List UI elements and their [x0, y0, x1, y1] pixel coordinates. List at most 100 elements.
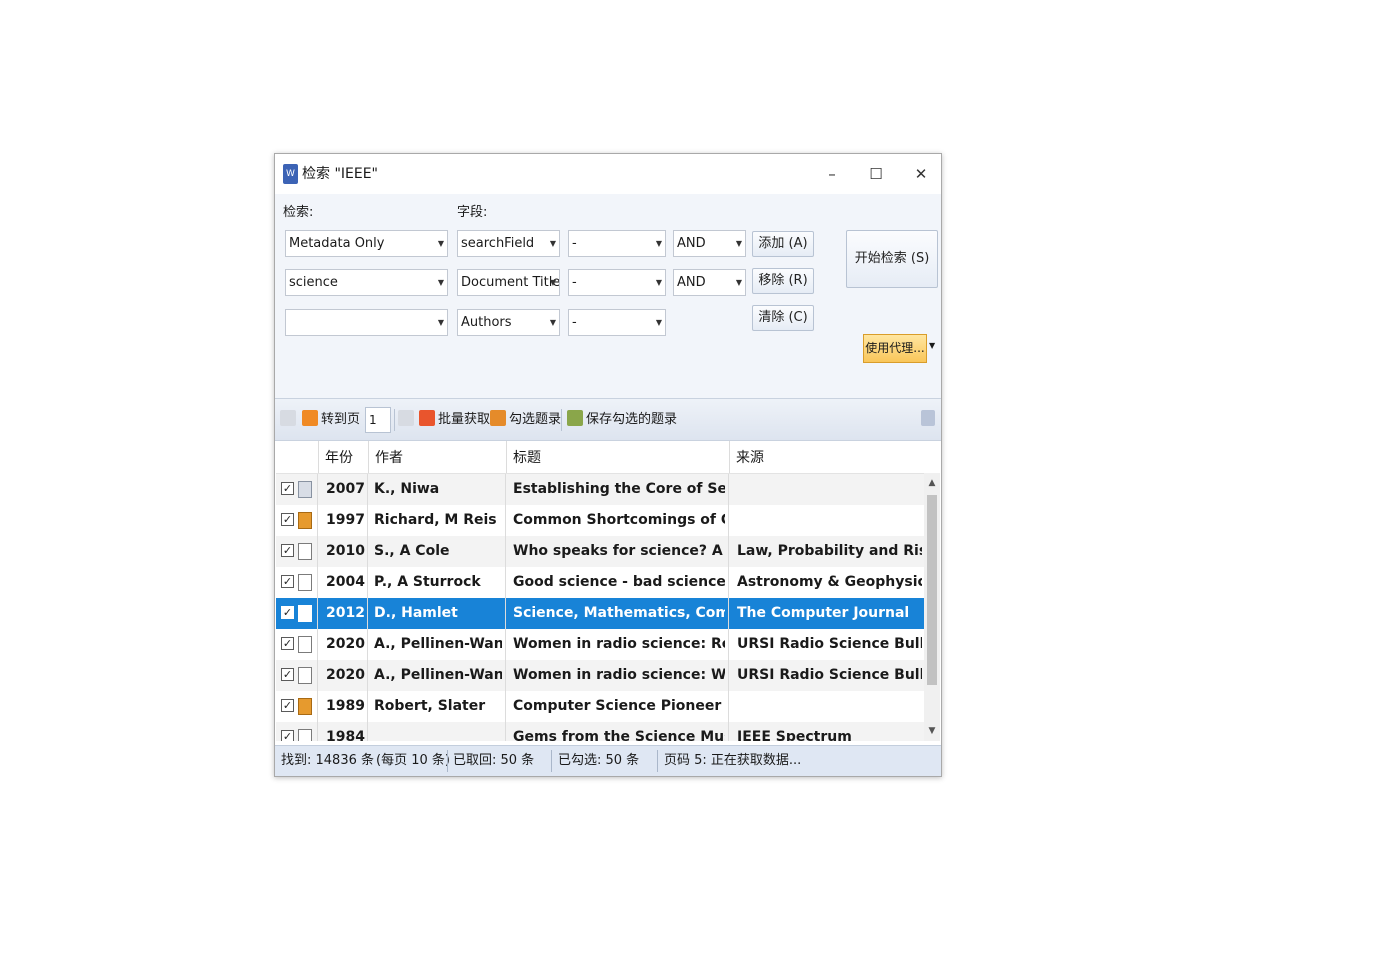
add-button[interactable]: 添加 (A)	[752, 231, 814, 257]
scope-select-1[interactable]: Metadata Only ▼	[285, 230, 448, 257]
next-page-button[interactable]	[398, 410, 417, 430]
maximize-button[interactable]: ☐	[861, 162, 891, 186]
scope-select-2[interactable]: science ▼	[285, 269, 448, 296]
proxy-dropdown-arrow-icon[interactable]: ▼	[929, 341, 935, 350]
check-records-button[interactable]: 勾选题录	[490, 410, 561, 430]
row-checkbox[interactable]: ✓	[281, 668, 294, 681]
chevron-down-icon: ▼	[735, 239, 742, 248]
scroll-up-icon[interactable]: ▲	[924, 475, 940, 491]
vertical-scrollbar[interactable]: ▲ ▼	[924, 473, 940, 741]
remove-button[interactable]: 移除 (R)	[752, 268, 814, 294]
field-select-1[interactable]: searchField ▼	[457, 230, 560, 257]
column-divider	[728, 505, 729, 536]
header-author[interactable]: 作者	[368, 441, 506, 473]
table-row[interactable]: ✓ 2004 P., A Sturrock Good science - bad sc…	[276, 567, 924, 598]
cell-source	[737, 505, 922, 536]
cell-author: A., Pellinen-Wannbe	[374, 667, 502, 683]
column-divider	[505, 567, 506, 598]
term-select-3[interactable]: - ▼	[568, 309, 666, 336]
document-icon	[298, 729, 312, 741]
field-select-2-value: Document Title	[461, 275, 560, 290]
cell-source: The Computer Journal	[737, 605, 910, 621]
field-select-3[interactable]: Authors ▼	[457, 309, 560, 336]
scroll-down-icon[interactable]: ▼	[924, 723, 940, 739]
chevron-down-icon: ▼	[735, 278, 742, 287]
column-divider	[317, 598, 318, 629]
search-label: 检索:	[283, 205, 314, 220]
results-toolbar: 转到页 1 批量获取 勾选题录 保存勾选的题录	[275, 398, 941, 441]
prev-page-button[interactable]	[280, 410, 299, 430]
cell-author: P., A Sturrock	[374, 574, 481, 590]
table-row[interactable]: ✓ 2007 K., Niwa Establishing the Core of Se…	[276, 474, 924, 505]
operator-select-2[interactable]: AND ▼	[673, 269, 746, 296]
use-proxy-button[interactable]: 使用代理...	[863, 334, 927, 363]
status-separator	[657, 750, 658, 772]
document-icon	[298, 605, 312, 622]
chevron-down-icon: ▼	[549, 239, 556, 248]
cell-year: 2004	[326, 574, 365, 590]
goto-page-button[interactable]: 转到页	[302, 410, 360, 430]
term-select-2[interactable]: - ▼	[568, 269, 666, 296]
close-button[interactable]: ✕	[906, 162, 936, 186]
operator-select-1[interactable]: AND ▼	[673, 230, 746, 257]
cell-source: URSI Radio Science Bulletin	[737, 667, 922, 683]
page-number-input[interactable]: 1	[365, 407, 391, 433]
table-row[interactable]: ✓ 1989 Robert, Slater Computer Science Pion…	[276, 691, 924, 722]
column-divider	[367, 629, 368, 660]
scrollbar-thumb[interactable]	[927, 495, 937, 685]
header-source[interactable]: 来源	[729, 441, 922, 473]
cell-title: Establishing the Core of Service S	[513, 481, 725, 497]
status-per-page: (每页 10 条)	[376, 753, 450, 768]
user-settings-button[interactable]	[921, 410, 938, 430]
header-year[interactable]: 年份	[318, 441, 368, 473]
row-checkbox[interactable]: ✓	[281, 544, 294, 557]
field-select-3-value: Authors	[461, 315, 512, 330]
cell-author: A., Pellinen-Wannbe	[374, 636, 502, 652]
cell-author: Richard, M Reis	[374, 512, 497, 528]
chevron-down-icon: ▼	[437, 239, 444, 248]
table-row[interactable]: ✓ 2020 A., Pellinen-Wannbe Women in radio s…	[276, 629, 924, 660]
cell-year: 2020	[326, 667, 365, 683]
cell-source: URSI Radio Science Bulletin	[737, 636, 922, 652]
column-divider	[728, 660, 729, 691]
save-checked-icon	[567, 410, 583, 426]
column-divider	[505, 505, 506, 536]
column-divider	[505, 474, 506, 505]
cell-title: Common Shortcomings of Grant .	[513, 512, 725, 528]
table-row[interactable]: ✓ 2010 S., A Cole Who speaks for science? A…	[276, 536, 924, 567]
table-row[interactable]: ✓ 1984 Gems from the Science Museum: IEEE S…	[276, 722, 924, 741]
row-checkbox[interactable]: ✓	[281, 637, 294, 650]
row-checkbox[interactable]: ✓	[281, 513, 294, 526]
table-row[interactable]: ✓ 1997 Richard, M Reis Common Shortcomings …	[276, 505, 924, 536]
column-divider	[505, 691, 506, 722]
next-page-icon	[398, 410, 414, 426]
scope-select-2-value: science	[289, 275, 338, 290]
row-checkbox[interactable]: ✓	[281, 730, 294, 741]
batch-fetch-button[interactable]: 批量获取	[419, 410, 490, 430]
field-select-1-value: searchField	[461, 236, 535, 251]
minimize-button[interactable]: –	[817, 162, 847, 186]
row-checkbox[interactable]: ✓	[281, 482, 294, 495]
table-row[interactable]: ✓ 2020 A., Pellinen-Wannbe Women in radio s…	[276, 660, 924, 691]
table-row[interactable]: ✓ 2012 D., Hamlet Science, Mathematics, Com…	[276, 598, 924, 629]
column-divider	[317, 691, 318, 722]
save-checked-button[interactable]: 保存勾选的题录	[567, 410, 677, 430]
column-divider	[317, 505, 318, 536]
column-divider	[728, 598, 729, 629]
status-fetched: 已取回: 50 条	[453, 753, 535, 768]
row-checkbox[interactable]: ✓	[281, 575, 294, 588]
status-bar: 找到: 14836 条 (每页 10 条) 已取回: 50 条 已勾选: 50 …	[275, 745, 941, 776]
row-checkbox[interactable]: ✓	[281, 606, 294, 619]
header-title[interactable]: 标题	[506, 441, 729, 473]
clear-button[interactable]: 清除 (C)	[752, 305, 814, 331]
batch-fetch-label: 批量获取	[438, 412, 491, 427]
table-header: 年份 作者 标题 来源	[276, 441, 924, 474]
column-divider	[505, 660, 506, 691]
term-select-1[interactable]: - ▼	[568, 230, 666, 257]
field-select-2[interactable]: Document Title ▼	[457, 269, 560, 296]
start-search-button[interactable]: 开始检索 (S)	[846, 230, 938, 288]
row-checkbox[interactable]: ✓	[281, 699, 294, 712]
scope-select-1-value: Metadata Only	[289, 236, 385, 251]
column-divider	[367, 660, 368, 691]
scope-select-3[interactable]: ▼	[285, 309, 448, 336]
